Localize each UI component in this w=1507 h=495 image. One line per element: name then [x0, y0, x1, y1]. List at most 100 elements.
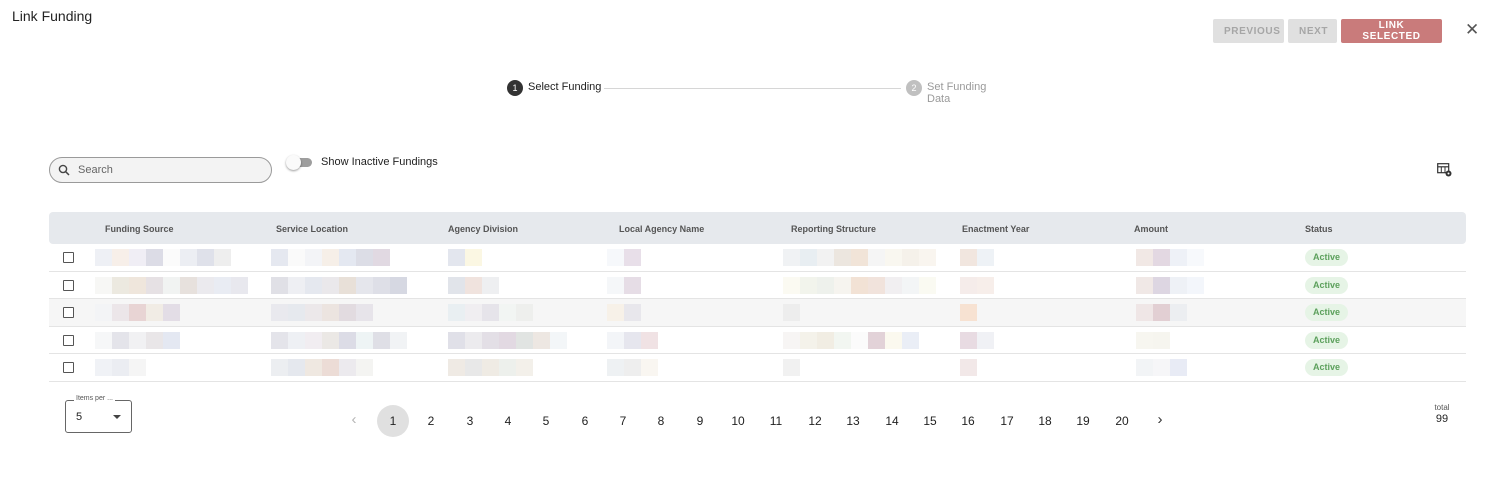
- column-settings-icon[interactable]: [1437, 163, 1452, 177]
- table-body: Active Active Active Active Active: [49, 244, 1466, 382]
- page-10[interactable]: 10: [722, 405, 754, 437]
- step-1-label: Select Funding: [528, 81, 602, 93]
- redacted-enactment-year: [960, 331, 994, 349]
- funding-table: Funding Source Service Location Agency D…: [49, 212, 1466, 382]
- show-inactive-label: Show Inactive Fundings: [321, 156, 438, 168]
- table-row[interactable]: Active: [49, 354, 1466, 382]
- total-value: 99: [1435, 413, 1449, 425]
- page-11[interactable]: 11: [760, 405, 792, 437]
- column-header-local-agency-name[interactable]: Local Agency Name: [619, 224, 704, 234]
- search-input[interactable]: [78, 162, 263, 178]
- table-row[interactable]: Active: [49, 244, 1466, 272]
- table-row[interactable]: Active: [49, 299, 1466, 327]
- redacted-funding-source: [95, 331, 180, 349]
- column-header-amount[interactable]: Amount: [1134, 224, 1168, 234]
- page-4[interactable]: 4: [492, 405, 524, 437]
- page-14[interactable]: 14: [876, 405, 908, 437]
- table-header: Funding Source Service Location Agency D…: [49, 212, 1466, 244]
- status-badge: Active: [1305, 304, 1349, 322]
- column-header-enactment-year[interactable]: Enactment Year: [962, 224, 1029, 234]
- column-header-reporting-structure[interactable]: Reporting Structure: [791, 224, 876, 234]
- total-count: total 99: [1425, 403, 1459, 425]
- status-badge: Active: [1305, 249, 1349, 266]
- redacted-agency-division: [448, 249, 482, 266]
- page-15[interactable]: 15: [914, 405, 946, 437]
- redacted-local-agency-name: [607, 359, 658, 377]
- column-header-status[interactable]: Status: [1305, 224, 1333, 234]
- page-20[interactable]: 20: [1106, 405, 1138, 437]
- page-2[interactable]: 2: [415, 405, 447, 437]
- redacted-amount: [1136, 276, 1204, 294]
- redacted-agency-division: [448, 304, 533, 322]
- dialog-title: Link Funding: [12, 8, 93, 24]
- step-2-number: 2: [906, 80, 922, 96]
- search-box: [49, 157, 272, 183]
- page-9[interactable]: 9: [684, 405, 716, 437]
- redacted-local-agency-name: [607, 249, 641, 266]
- page-17[interactable]: 17: [991, 405, 1023, 437]
- pagination: ‹ 1 2 3 4 5 6 7 8 9 10 11 12 13 14 15 16…: [0, 405, 1507, 437]
- page-13[interactable]: 13: [837, 405, 869, 437]
- top-actions: PREVIOUS NEXT LINK SELECTED: [1213, 19, 1442, 43]
- page-7[interactable]: 7: [607, 405, 639, 437]
- page-5[interactable]: 5: [530, 405, 562, 437]
- redacted-agency-division: [448, 331, 567, 349]
- column-header-agency-division[interactable]: Agency Division: [448, 224, 518, 234]
- redacted-service-location: [271, 331, 407, 349]
- redacted-service-location: [271, 249, 390, 266]
- row-checkbox[interactable]: [63, 334, 74, 346]
- step-2-label: Set Funding Data: [927, 81, 987, 105]
- redacted-amount: [1136, 304, 1187, 322]
- page-12[interactable]: 12: [799, 405, 831, 437]
- column-header-funding-source[interactable]: Funding Source: [105, 224, 174, 234]
- link-funding-dialog: Link Funding PREVIOUS NEXT LINK SELECTED…: [0, 0, 1507, 495]
- row-checkbox[interactable]: [63, 307, 74, 319]
- redacted-agency-division: [448, 359, 533, 377]
- redacted-local-agency-name: [607, 331, 658, 349]
- next-page-chevron-icon[interactable]: ›: [1150, 405, 1170, 437]
- page-1[interactable]: 1: [377, 405, 409, 437]
- page-18[interactable]: 18: [1029, 405, 1061, 437]
- redacted-reporting-structure: [783, 276, 936, 294]
- prev-page-chevron-icon[interactable]: ‹: [344, 405, 364, 437]
- redacted-reporting-structure: [783, 331, 919, 349]
- redacted-funding-source: [95, 276, 248, 294]
- step-1-number: 1: [507, 80, 523, 96]
- step-connector: [604, 88, 901, 89]
- page-19[interactable]: 19: [1067, 405, 1099, 437]
- redacted-enactment-year: [960, 359, 977, 377]
- redacted-local-agency-name: [607, 304, 641, 322]
- redacted-funding-source: [95, 249, 231, 266]
- stepper: 1 Select Funding 2 Set Funding Data: [507, 80, 1012, 105]
- redacted-funding-source: [95, 359, 146, 377]
- column-header-service-location[interactable]: Service Location: [276, 224, 348, 234]
- status-badge: Active: [1305, 359, 1349, 377]
- next-button[interactable]: NEXT: [1288, 19, 1337, 43]
- redacted-reporting-structure: [783, 359, 800, 377]
- row-checkbox[interactable]: [63, 279, 74, 291]
- row-checkbox[interactable]: [63, 252, 74, 263]
- page-8[interactable]: 8: [645, 405, 677, 437]
- redacted-agency-division: [448, 276, 499, 294]
- redacted-enactment-year: [960, 276, 994, 294]
- close-icon[interactable]: ✕: [1465, 21, 1479, 38]
- total-label: total: [1434, 403, 1450, 412]
- redacted-local-agency-name: [607, 276, 641, 294]
- page-6[interactable]: 6: [569, 405, 601, 437]
- row-checkbox[interactable]: [63, 362, 74, 374]
- table-row[interactable]: Active: [49, 327, 1466, 355]
- status-badge: Active: [1305, 276, 1349, 294]
- previous-button[interactable]: PREVIOUS: [1213, 19, 1284, 43]
- table-row[interactable]: Active: [49, 272, 1466, 300]
- link-selected-button[interactable]: LINK SELECTED: [1341, 19, 1442, 43]
- redacted-amount: [1136, 249, 1204, 266]
- redacted-service-location: [271, 359, 373, 377]
- page-3[interactable]: 3: [454, 405, 486, 437]
- redacted-enactment-year: [960, 249, 994, 266]
- toggle-thumb: [286, 155, 301, 170]
- redacted-amount: [1136, 359, 1187, 377]
- page-16[interactable]: 16: [952, 405, 984, 437]
- redacted-funding-source: [95, 304, 180, 322]
- redacted-service-location: [271, 304, 373, 322]
- show-inactive-toggle[interactable]: [286, 155, 314, 171]
